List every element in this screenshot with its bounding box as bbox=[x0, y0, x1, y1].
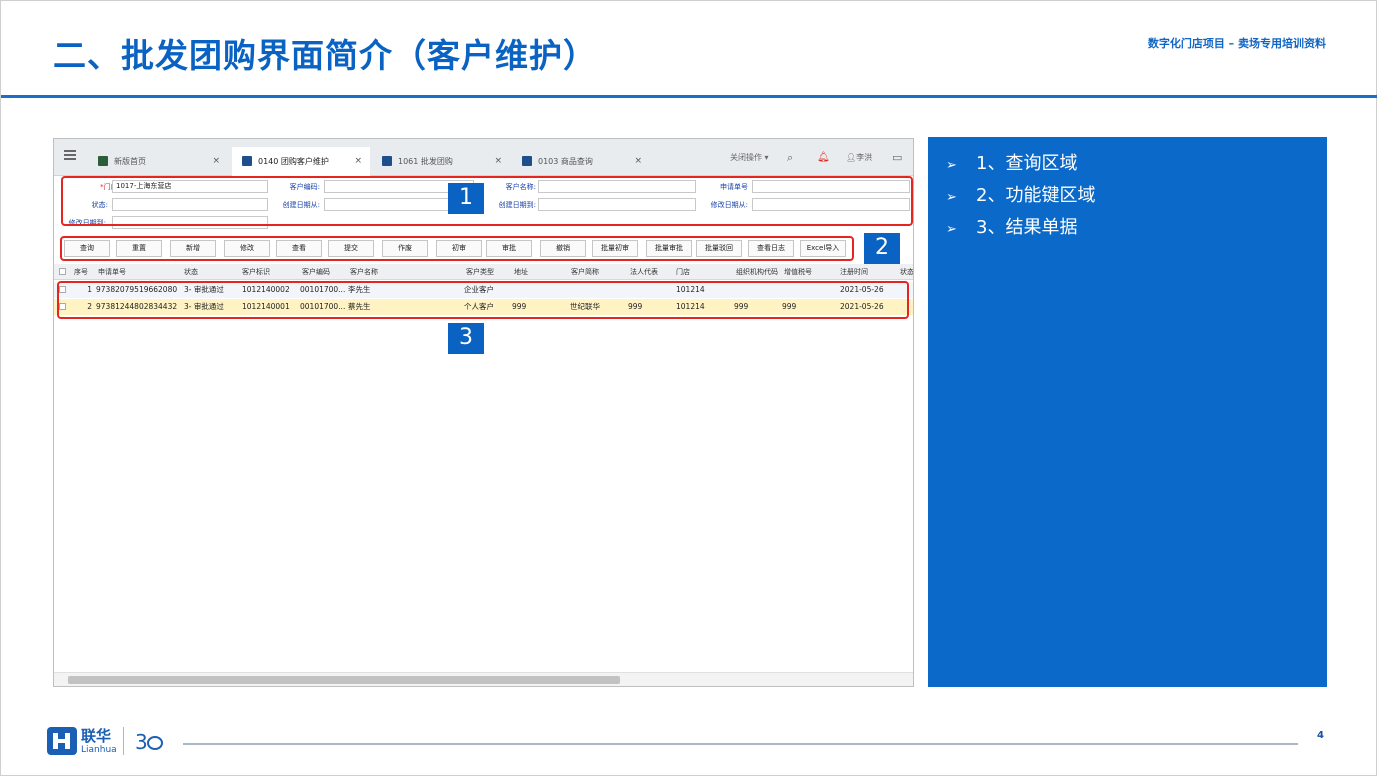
result-area-highlight bbox=[57, 281, 909, 319]
arrow-icon: ➢ bbox=[946, 222, 957, 237]
tab-label: 1061 批发团购 bbox=[398, 157, 453, 166]
footer-divider bbox=[183, 743, 1298, 745]
column-header[interactable]: 门店 bbox=[676, 264, 690, 280]
arrow-icon: ➢ bbox=[946, 158, 957, 173]
tab-icon bbox=[382, 156, 392, 166]
slide: 二、批发团购界面简介（客户维护） 数字化门店项目 – 卖场专用培训资料 新版首页… bbox=[0, 0, 1377, 776]
title-divider bbox=[1, 95, 1377, 98]
tab-home[interactable]: 新版首页 × bbox=[88, 147, 228, 176]
column-header[interactable]: 序号 bbox=[74, 264, 88, 280]
column-header[interactable]: 地址 bbox=[514, 264, 528, 280]
tab-label: 新版首页 bbox=[114, 157, 146, 166]
search-icon[interactable]: ⌕ bbox=[787, 139, 793, 176]
column-header[interactable]: 状态 bbox=[900, 264, 913, 280]
table-header: 序号 申请单号 状态 客户标识 客户编码 客户名称 客户类型 地址 客户简称 法人代表 门店 组织机构… bbox=[54, 264, 913, 280]
close-ops-dropdown[interactable]: 关闭操作 ▾ bbox=[730, 139, 769, 176]
column-header[interactable]: 状态 bbox=[184, 264, 198, 280]
column-header[interactable]: 客户名称 bbox=[350, 264, 378, 280]
tab-product-query[interactable]: 0103 商品查询 × bbox=[512, 147, 650, 176]
scrollbar-thumb[interactable] bbox=[68, 676, 620, 684]
horizontal-scrollbar[interactable] bbox=[54, 672, 913, 686]
column-header[interactable]: 客户类型 bbox=[466, 264, 494, 280]
legend-item-function: ➢ 2、功能键区域 bbox=[946, 185, 1096, 206]
slide-subtitle: 数字化门店项目 – 卖场专用培训资料 bbox=[1147, 37, 1326, 50]
column-header[interactable]: 法人代表 bbox=[630, 264, 658, 280]
tab-icon bbox=[242, 156, 252, 166]
close-icon[interactable]: × bbox=[212, 147, 220, 176]
column-header[interactable]: 申请单号 bbox=[98, 264, 126, 280]
close-icon[interactable]: × bbox=[494, 147, 502, 176]
logo-en: Lianhua bbox=[81, 745, 117, 755]
bell-icon[interactable]: 🔔︎ bbox=[817, 139, 830, 176]
function-area-highlight bbox=[60, 236, 854, 261]
legend-panel: ➢ 1、查询区域 ➢ 2、功能键区域 ➢ 3、结果单据 bbox=[928, 137, 1327, 687]
close-icon[interactable]: × bbox=[634, 147, 642, 176]
app-screenshot: 新版首页 × 0140 团购客户维护 × 1061 批发团购 × 0103 商品… bbox=[53, 138, 914, 687]
query-area-highlight bbox=[61, 176, 913, 226]
user-menu[interactable]: 👤︎李洪 bbox=[846, 139, 872, 176]
tab-bar: 新版首页 × 0140 团购客户维护 × 1061 批发团购 × 0103 商品… bbox=[54, 139, 913, 176]
tab-wholesale[interactable]: 1061 批发团购 × bbox=[372, 147, 510, 176]
tab-customer-maintenance[interactable]: 0140 团购客户维护 × bbox=[232, 147, 370, 176]
badge-3: 3 bbox=[448, 323, 484, 354]
badge-1: 1 bbox=[448, 183, 484, 214]
tab-label: 0103 商品查询 bbox=[538, 157, 593, 166]
arrow-icon: ➢ bbox=[946, 190, 957, 205]
monitor-icon[interactable]: ▭ bbox=[892, 139, 902, 176]
column-header[interactable]: 客户编码 bbox=[302, 264, 330, 280]
column-header[interactable]: 客户标识 bbox=[242, 264, 270, 280]
badge-2: 2 bbox=[864, 233, 900, 264]
column-header[interactable]: 客户简称 bbox=[571, 264, 599, 280]
tab-icon bbox=[522, 156, 532, 166]
column-header[interactable]: 注册时间 bbox=[840, 264, 868, 280]
tab-label: 0140 团购客户维护 bbox=[258, 157, 329, 166]
column-header[interactable]: 增值税号 bbox=[784, 264, 812, 280]
select-all-checkbox[interactable] bbox=[59, 268, 66, 275]
lianhua-logo: 3 联华 Lianhua bbox=[47, 725, 167, 761]
close-icon[interactable]: × bbox=[354, 147, 362, 176]
slide-title: 二、批发团购界面简介（客户维护） bbox=[53, 36, 597, 75]
svg-text:3: 3 bbox=[135, 730, 148, 754]
column-header[interactable]: 组织机构代码 bbox=[736, 264, 778, 280]
page-number: 4 bbox=[1317, 730, 1324, 741]
hamburger-menu-icon[interactable] bbox=[64, 150, 76, 160]
legend-item-result: ➢ 3、结果单据 bbox=[946, 217, 1078, 238]
tab-icon bbox=[98, 156, 108, 166]
legend-item-query: ➢ 1、查询区域 bbox=[946, 153, 1078, 174]
logo-cn: 联华 bbox=[81, 727, 112, 745]
